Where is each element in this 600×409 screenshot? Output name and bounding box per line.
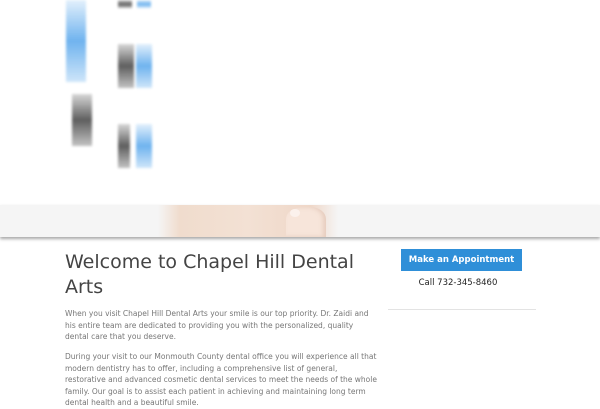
blurred-graphic [118,44,134,88]
make-appointment-button[interactable]: Make an Appointment [401,249,522,271]
hero-image-strip [0,205,600,237]
blurred-graphic [118,124,130,168]
page-title: Welcome to Chapel Hill Dental Arts [65,251,354,298]
blurred-graphic [118,0,132,8]
sidebar-divider [388,309,536,310]
blurred-graphic [66,0,86,82]
call-phone-link[interactable]: Call 732-345-8460 [388,278,528,288]
blurred-graphic [137,0,151,8]
blurred-graphic [136,124,152,168]
hero-photo-detail [290,209,300,217]
blurred-graphic [136,44,152,88]
hero-banner [0,0,600,205]
intro-paragraph: When you visit Chapel Hill Dental Arts y… [65,309,369,341]
blurred-graphic [72,94,92,146]
